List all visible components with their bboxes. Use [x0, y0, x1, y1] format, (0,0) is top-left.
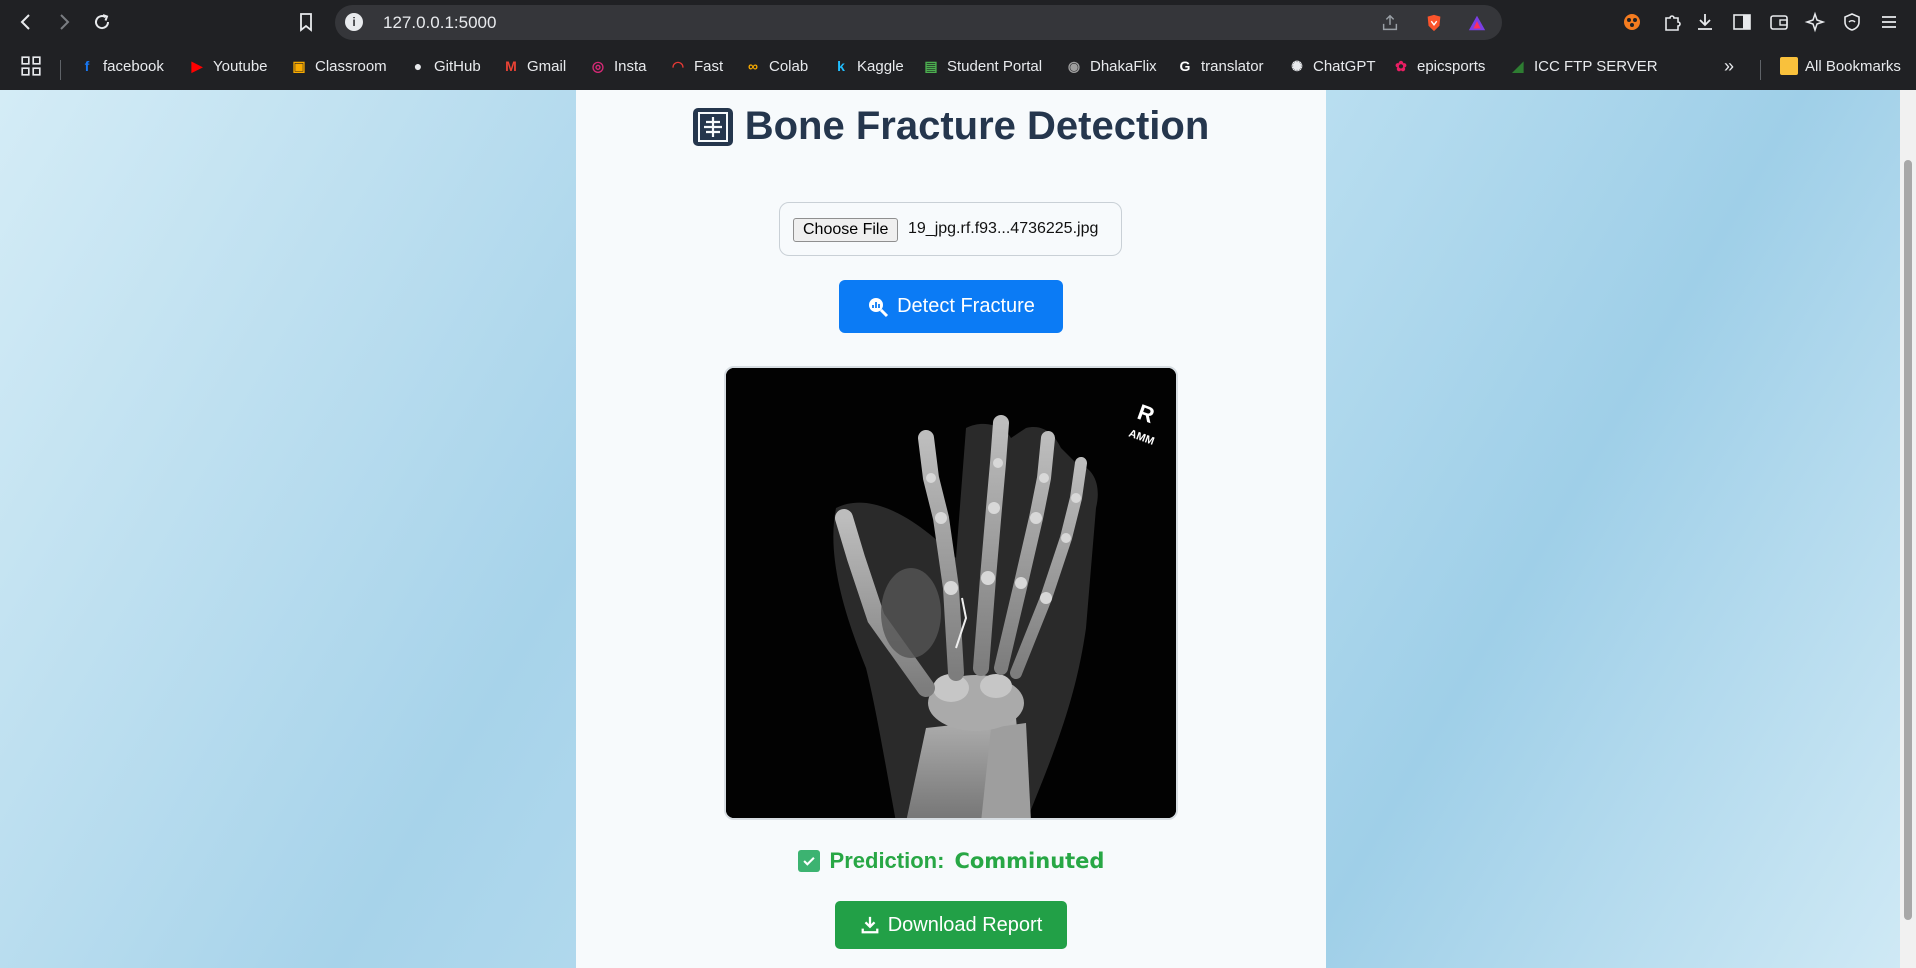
url-text[interactable]: 127.0.0.1:5000 — [383, 13, 496, 33]
all-bookmarks-label: All Bookmarks — [1805, 57, 1901, 75]
xray-image: R AMM — [724, 366, 1178, 820]
address-bar[interactable]: i 127.0.0.1:5000 — [335, 5, 1502, 40]
kaggle-icon: k — [837, 58, 845, 74]
bookmark-item[interactable]: f facebook — [78, 54, 164, 78]
bookmark-item[interactable]: ● GitHub — [409, 54, 481, 78]
detect-fracture-button[interactable]: Detect Fracture — [839, 280, 1063, 333]
wallet-icon[interactable] — [1767, 10, 1791, 34]
vpn-shield-icon[interactable] — [1840, 10, 1864, 34]
bookmark-label: Insta — [614, 57, 647, 75]
fast-icon: ◠ — [671, 57, 685, 74]
bookmark-label: Youtube — [213, 57, 268, 75]
extensions-puzzle-icon[interactable] — [1660, 10, 1684, 34]
youtube-icon: ▶ — [191, 57, 203, 74]
site-info-icon[interactable]: i — [345, 13, 363, 31]
bookmark-item[interactable]: ◎ Insta — [589, 54, 647, 78]
download-report-label: Download Report — [887, 913, 1043, 936]
page-viewport: Bone Fracture Detection Choose File 19_j… — [0, 90, 1900, 968]
bookmark-label: facebook — [103, 57, 164, 75]
prediction-result: Prediction: Comminuted — [576, 848, 1326, 874]
bookmark-label: epicsports — [1417, 57, 1486, 75]
bookmark-item[interactable]: ▶ Youtube — [188, 54, 268, 78]
xray-icon — [692, 107, 733, 146]
bookmark-item[interactable]: ◢ ICC FTP SERVER — [1509, 54, 1658, 78]
apps-grid-icon[interactable] — [20, 54, 42, 78]
bookmark-label: Student Portal — [947, 57, 1043, 75]
bookmark-item[interactable]: k Kaggle — [832, 54, 904, 78]
all-bookmarks-button[interactable]: All Bookmarks — [1780, 54, 1901, 78]
sidebar-toggle-icon[interactable] — [1730, 10, 1754, 34]
bookmark-item[interactable]: ▤ Student Portal — [922, 54, 1042, 78]
google-icon: G — [1179, 58, 1191, 74]
back-arrow-icon — [20, 14, 30, 30]
colab-icon: ∞ — [748, 58, 758, 74]
brave-shields-icon[interactable] — [1423, 12, 1445, 34]
download-icon — [861, 916, 879, 934]
file-upload-field[interactable]: Choose File 19_jpg.rf.f93...4736225.jpg — [779, 202, 1122, 256]
forward-button[interactable] — [50, 8, 78, 36]
detect-fracture-label: Detect Fracture — [897, 295, 1035, 317]
bookmark-item[interactable]: ✺ ChatGPT — [1288, 54, 1376, 78]
prediction-label: Prediction: — [829, 848, 945, 873]
bookmark-item[interactable]: ∞ Colab — [744, 54, 808, 78]
brave-rewards-icon[interactable] — [1466, 12, 1488, 34]
bookmark-label: Fast — [694, 57, 724, 75]
more-bookmarks-button[interactable]: » — [1724, 54, 1734, 78]
choose-file-button[interactable]: Choose File — [793, 218, 899, 242]
folder-icon — [1780, 57, 1798, 75]
back-button[interactable] — [12, 8, 40, 36]
instagram-icon: ◎ — [591, 57, 605, 74]
student-portal-icon: ▤ — [924, 57, 938, 74]
title-text: Bone Fracture Detection — [744, 104, 1210, 148]
bookmark-label: translator — [1201, 57, 1264, 75]
bookmarks-divider — [1760, 60, 1761, 80]
main-card: Bone Fracture Detection Choose File 19_j… — [576, 90, 1326, 968]
bookmark-label: DhakaFlix — [1090, 57, 1157, 75]
hand-xray-picture: R AMM — [726, 368, 1176, 818]
bookmarks-bar: f facebook ▶ Youtube ▣ Classroom ● GitHub M Gmail… — [0, 46, 1916, 86]
bookmark-label: Gmail — [527, 57, 567, 75]
bookmark-item[interactable]: ✿ epicsports — [1392, 54, 1485, 78]
bookmark-label: Classroom — [315, 57, 387, 75]
classroom-icon: ▣ — [292, 57, 306, 74]
vertical-scrollbar[interactable] — [1900, 90, 1916, 968]
downloads-icon[interactable] — [1693, 10, 1717, 34]
reload-button[interactable] — [88, 8, 116, 36]
leo-ai-icon[interactable] — [1803, 10, 1827, 34]
bookmark-label: Colab — [769, 57, 809, 75]
scrollbar-thumb[interactable] — [1904, 160, 1912, 920]
bookmark-label: GitHub — [434, 57, 481, 75]
menu-hamburger-icon[interactable] — [1877, 10, 1901, 34]
bookmark-item[interactable]: ▣ Classroom — [290, 54, 387, 78]
bookmark-item[interactable]: ◉ DhakaFlix — [1065, 54, 1157, 78]
browser-toolbar: i 127.0.0.1:5000 f facebook ▶ Youtube ▣ Class… — [0, 0, 1916, 90]
bookmark-item[interactable]: ◠ Fast — [669, 54, 723, 78]
reload-icon — [95, 14, 110, 30]
share-icon[interactable] — [1379, 12, 1401, 34]
facebook-icon: f — [84, 58, 90, 74]
bookmark-icon — [300, 13, 312, 32]
bookmarks-divider — [60, 60, 61, 80]
bookmark-label: ICC FTP SERVER — [1534, 57, 1658, 75]
bookmark-label: ChatGPT — [1313, 57, 1376, 75]
download-report-button[interactable]: Download Report — [835, 901, 1067, 949]
gmail-icon: M — [505, 58, 517, 74]
search-analytics-icon — [869, 297, 889, 317]
bookmark-label: Kaggle — [857, 57, 904, 75]
forward-arrow-icon — [60, 14, 70, 30]
bookmark-page-button[interactable] — [292, 8, 320, 36]
selected-file-name: 19_jpg.rf.f93...4736225.jpg — [908, 220, 1099, 237]
page-title: Bone Fracture Detection — [576, 104, 1326, 149]
dhakaflix-icon: ◉ — [1067, 57, 1081, 74]
extension-film-icon[interactable] — [1620, 10, 1644, 34]
bookmark-item[interactable]: Gtranslator — [1176, 54, 1264, 78]
icc-ftp-icon: ◢ — [1512, 57, 1524, 74]
bookmark-item[interactable]: M Gmail — [502, 54, 566, 78]
check-icon — [797, 850, 820, 872]
chatgpt-icon: ✺ — [1291, 57, 1303, 74]
github-icon: ● — [413, 58, 423, 74]
prediction-value: Comminuted — [954, 849, 1105, 873]
epicsports-icon: ✿ — [1395, 57, 1407, 74]
